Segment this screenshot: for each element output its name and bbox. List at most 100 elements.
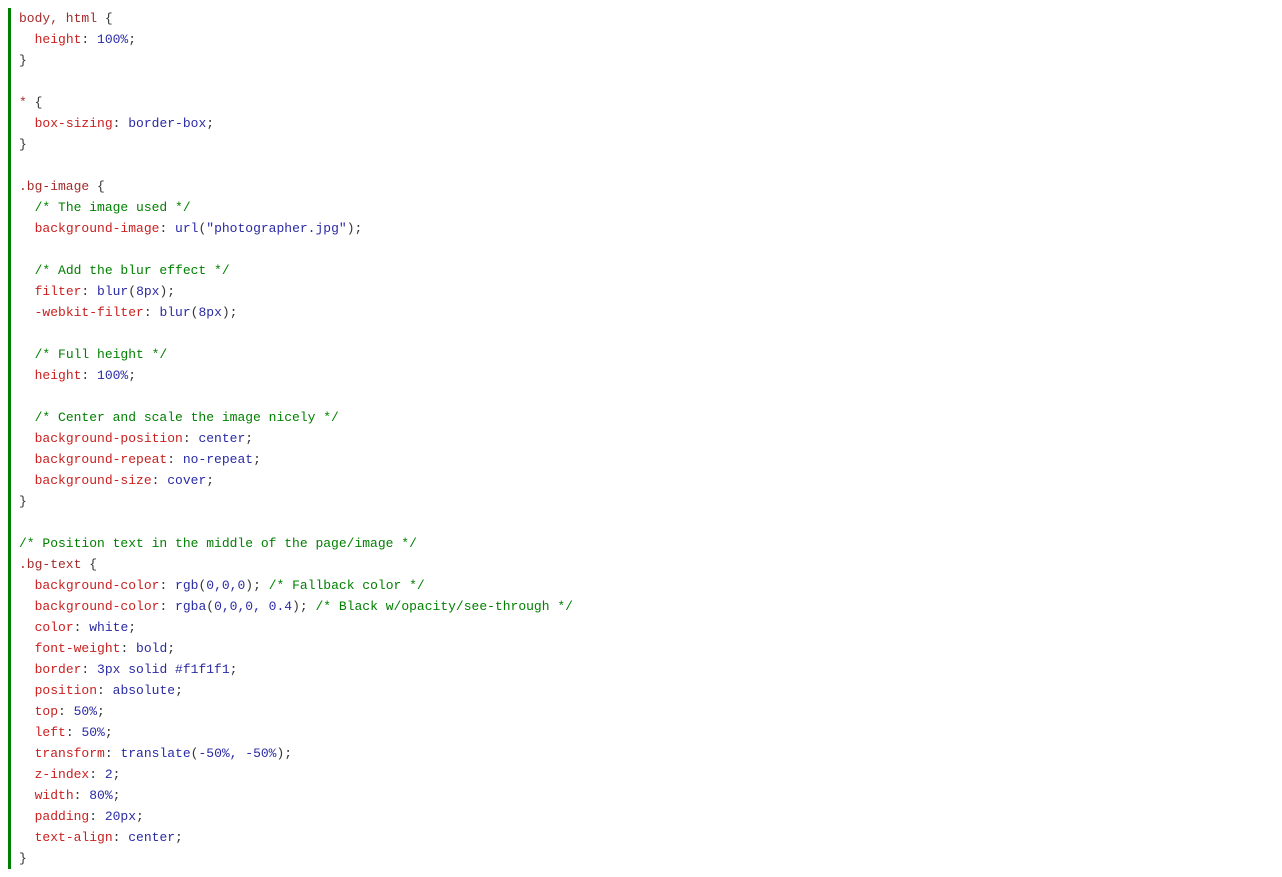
code-token: position <box>35 683 97 698</box>
code-token: ; <box>128 368 136 383</box>
code-line[interactable]: * { <box>19 92 1274 113</box>
code-token <box>19 473 35 488</box>
code-line[interactable]: height: 100%; <box>19 29 1274 50</box>
code-token <box>19 32 35 47</box>
code-token <box>19 830 35 845</box>
code-token <box>19 599 35 614</box>
code-token: : <box>66 725 82 740</box>
code-token: ; <box>167 641 175 656</box>
code-token: padding <box>35 809 90 824</box>
code-line[interactable]: .bg-image { <box>19 176 1274 197</box>
code-token: blur <box>97 284 128 299</box>
code-token: /* Center and scale the image nicely */ <box>35 410 339 425</box>
code-line[interactable]: /* Position text in the middle of the pa… <box>19 533 1274 554</box>
code-token: transform <box>35 746 105 761</box>
code-token: 0,0,0 <box>206 578 245 593</box>
code-token: /* Position text in the middle of the pa… <box>19 536 417 551</box>
code-token: 3px solid #f1f1f1 <box>97 662 230 677</box>
code-line[interactable]: font-weight: bold; <box>19 638 1274 659</box>
code-token: : <box>89 767 105 782</box>
code-line[interactable]: padding: 20px; <box>19 806 1274 827</box>
code-token: z-index <box>35 767 90 782</box>
code-token <box>19 431 35 446</box>
code-token: 100% <box>97 368 128 383</box>
code-token: rgb <box>175 578 198 593</box>
css-code-block[interactable]: body, html { height: 100%;} * { box-sizi… <box>8 8 1274 869</box>
code-token: rgba <box>175 599 206 614</box>
code-line[interactable]: transform: translate(-50%, -50%); <box>19 743 1274 764</box>
code-line[interactable]: box-sizing: border-box; <box>19 113 1274 134</box>
code-token <box>19 767 35 782</box>
code-line[interactable]: left: 50%; <box>19 722 1274 743</box>
code-line[interactable]: .bg-text { <box>19 554 1274 575</box>
code-line[interactable] <box>19 71 1274 92</box>
code-token: url <box>175 221 198 236</box>
code-line[interactable]: filter: blur(8px); <box>19 281 1274 302</box>
code-token <box>19 809 35 824</box>
code-line[interactable]: } <box>19 134 1274 155</box>
code-token <box>19 578 35 593</box>
code-line[interactable]: text-align: center; <box>19 827 1274 848</box>
code-token: blur <box>159 305 190 320</box>
code-token: width <box>35 788 74 803</box>
code-line[interactable]: background-color: rgb(0,0,0); /* Fallbac… <box>19 575 1274 596</box>
code-line[interactable] <box>19 323 1274 344</box>
code-token: ); <box>245 578 268 593</box>
code-token: 20px <box>105 809 136 824</box>
code-token: /* Black w/opacity/see-through */ <box>316 599 573 614</box>
code-token: ; <box>206 473 214 488</box>
code-token: : <box>81 662 97 677</box>
code-line[interactable]: /* Full height */ <box>19 344 1274 365</box>
code-line[interactable] <box>19 239 1274 260</box>
code-line[interactable]: border: 3px solid #f1f1f1; <box>19 659 1274 680</box>
code-token: .bg-image <box>19 179 89 194</box>
code-token: : <box>183 431 199 446</box>
code-token: 80% <box>89 788 112 803</box>
code-token: background-position <box>35 431 183 446</box>
code-token: top <box>35 704 58 719</box>
code-token: background-image <box>35 221 160 236</box>
code-line[interactable]: } <box>19 491 1274 512</box>
code-token: : <box>105 746 121 761</box>
code-token: 50% <box>81 725 104 740</box>
code-line[interactable]: background-repeat: no-repeat; <box>19 449 1274 470</box>
code-line[interactable]: -webkit-filter: blur(8px); <box>19 302 1274 323</box>
code-line[interactable]: body, html { <box>19 8 1274 29</box>
code-line[interactable]: } <box>19 848 1274 869</box>
code-line[interactable] <box>19 512 1274 533</box>
code-token: height <box>35 32 82 47</box>
code-token: /* The image used */ <box>35 200 191 215</box>
code-line[interactable] <box>19 155 1274 176</box>
code-line[interactable]: } <box>19 50 1274 71</box>
code-line[interactable] <box>19 386 1274 407</box>
code-line[interactable]: height: 100%; <box>19 365 1274 386</box>
code-token: text-align <box>35 830 113 845</box>
code-token: border <box>35 662 82 677</box>
code-line[interactable]: z-index: 2; <box>19 764 1274 785</box>
code-token: background-color <box>35 578 160 593</box>
code-token <box>19 788 35 803</box>
code-token: ; <box>136 809 144 824</box>
code-line[interactable]: width: 80%; <box>19 785 1274 806</box>
code-line[interactable]: /* Center and scale the image nicely */ <box>19 407 1274 428</box>
code-token: white <box>89 620 128 635</box>
code-token: bold <box>136 641 167 656</box>
code-token <box>19 347 35 362</box>
code-line[interactable]: color: white; <box>19 617 1274 638</box>
code-line[interactable]: background-position: center; <box>19 428 1274 449</box>
code-token: ); <box>276 746 292 761</box>
code-token: ); <box>159 284 175 299</box>
code-line[interactable]: top: 50%; <box>19 701 1274 722</box>
code-token: ; <box>206 116 214 131</box>
code-line[interactable]: background-size: cover; <box>19 470 1274 491</box>
code-token: /* Full height */ <box>35 347 168 362</box>
code-line[interactable]: position: absolute; <box>19 680 1274 701</box>
code-line[interactable]: /* The image used */ <box>19 197 1274 218</box>
code-token: : <box>81 368 97 383</box>
code-line[interactable]: background-image: url("photographer.jpg"… <box>19 218 1274 239</box>
code-line[interactable]: background-color: rgba(0,0,0, 0.4); /* B… <box>19 596 1274 617</box>
code-token: ; <box>175 830 183 845</box>
code-token: ; <box>113 767 121 782</box>
code-token: { <box>97 11 113 26</box>
code-line[interactable]: /* Add the blur effect */ <box>19 260 1274 281</box>
